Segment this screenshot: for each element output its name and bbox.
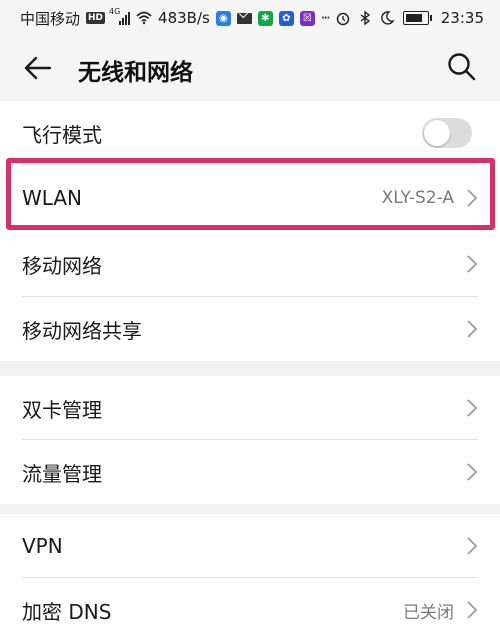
hd-badge: HD <box>86 12 106 24</box>
wlan-row[interactable]: WLAN XLY-S2-A <box>0 165 500 231</box>
mail-icon <box>236 6 252 24</box>
battery-icon <box>402 11 432 25</box>
status-bar-right: ··· 23:35 <box>320 9 484 27</box>
wlan-network-name: XLY-S2-A <box>381 188 454 208</box>
tethering-label: 移动网络共享 <box>22 318 142 343</box>
mobile-network-row[interactable]: 移动网络 <box>0 231 500 297</box>
paw-icon: ✿ <box>278 10 294 26</box>
chevron-right-icon <box>467 601 478 619</box>
app-notification-icon: ◉ <box>215 10 231 26</box>
network-speed: 483B/s <box>158 9 210 27</box>
status-bar: 中国移动 HD 4G 483B/s ◉ ✱ ✿ ☒ ··· 23:35 <box>0 0 500 36</box>
screen: 中国移动 HD 4G 483B/s ◉ ✱ ✿ ☒ ··· 23:35 无线和网… <box>0 0 500 624</box>
page-title: 无线和网络 <box>78 60 193 86</box>
dual-sim-row[interactable]: 双卡管理 <box>0 376 500 440</box>
more-notifications-icon: ··· <box>320 9 330 27</box>
bluetooth-icon <box>360 10 370 26</box>
settings-group-vpn: VPN 加密 DNS 已关闭 <box>0 514 500 624</box>
status-bar-left: 中国移动 HD 4G 483B/s ◉ ✱ ✿ ☒ <box>20 6 315 29</box>
chevron-right-icon <box>467 189 478 207</box>
toggle-knob <box>424 120 450 146</box>
private-dns-status: 已关闭 <box>403 602 454 623</box>
chevron-right-icon <box>467 463 478 481</box>
vpn-row[interactable]: VPN <box>0 514 500 578</box>
dual-sim-label: 双卡管理 <box>22 397 102 422</box>
clock: 23:35 <box>440 9 484 27</box>
settings-group-sim: 双卡管理 流量管理 <box>0 376 500 504</box>
alarm-icon <box>336 12 350 26</box>
vpn-label: VPN <box>22 534 63 558</box>
chevron-right-icon <box>467 537 478 555</box>
chevron-right-icon <box>467 320 478 338</box>
wlan-label: WLAN <box>22 186 83 210</box>
app-notification-icon: ☒ <box>299 10 315 26</box>
search-icon[interactable] <box>446 51 478 83</box>
tethering-row[interactable]: 移动网络共享 <box>0 297 500 361</box>
signal-icon: 4G <box>109 7 131 25</box>
private-dns-label: 加密 DNS <box>22 599 112 624</box>
settings-group-network: 飞行模式 WLAN XLY-S2-A 移动网络 移动网络共享 <box>0 101 500 361</box>
carrier-label: 中国移动 <box>20 9 81 28</box>
app-bar: 无线和网络 <box>0 36 500 100</box>
app-notification-icon: ✱ <box>257 10 273 26</box>
wifi-icon <box>136 11 152 25</box>
airplane-mode-toggle[interactable] <box>422 118 472 148</box>
moon-icon <box>380 11 395 25</box>
network-type-label: 4G <box>109 7 121 16</box>
data-usage-label: 流量管理 <box>22 461 102 486</box>
private-dns-row[interactable]: 加密 DNS 已关闭 <box>0 578 500 624</box>
airplane-mode-row[interactable]: 飞行模式 <box>0 101 500 165</box>
airplane-mode-label: 飞行模式 <box>22 122 102 147</box>
chevron-right-icon <box>467 255 478 273</box>
mobile-network-label: 移动网络 <box>22 253 102 278</box>
chevron-right-icon <box>467 399 478 417</box>
back-arrow-icon[interactable] <box>22 52 54 84</box>
data-usage-row[interactable]: 流量管理 <box>0 440 500 504</box>
